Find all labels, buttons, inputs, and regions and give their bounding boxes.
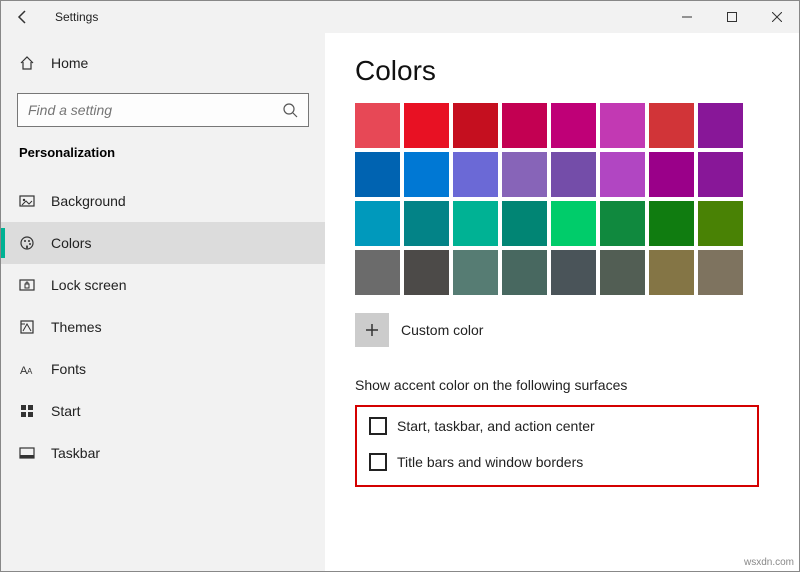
window-controls (664, 1, 799, 33)
nav-item-fonts[interactable]: AA Fonts (1, 348, 325, 390)
custom-color-label: Custom color (401, 322, 483, 338)
nav-item-colors[interactable]: Colors (1, 222, 325, 264)
nav-item-taskbar[interactable]: Taskbar (1, 432, 325, 474)
titlebar: Settings (1, 1, 799, 33)
color-swatch[interactable] (404, 103, 449, 148)
color-swatch[interactable] (502, 250, 547, 295)
color-swatch[interactable] (453, 103, 498, 148)
custom-color-row: Custom color (355, 313, 769, 347)
colors-icon (19, 235, 35, 251)
color-swatch[interactable] (355, 152, 400, 197)
home-icon (19, 55, 35, 71)
watermark: wsxdn.com (744, 557, 794, 568)
home-link[interactable]: Home (1, 45, 325, 81)
taskbar-icon (19, 445, 35, 461)
nav-item-background[interactable]: Background (1, 180, 325, 222)
color-swatch[interactable] (551, 250, 596, 295)
nav-label: Lock screen (51, 277, 126, 293)
checkbox-start[interactable] (369, 417, 387, 435)
nav-item-lockscreen[interactable]: Lock screen (1, 264, 325, 306)
color-swatch[interactable] (502, 152, 547, 197)
nav-label: Fonts (51, 361, 86, 377)
color-swatch[interactable] (600, 250, 645, 295)
search-input[interactable] (28, 102, 282, 118)
checkbox-label-start: Start, taskbar, and action center (397, 418, 595, 434)
category-heading: Personalization (1, 145, 325, 174)
color-swatch[interactable] (698, 250, 743, 295)
color-swatch[interactable] (698, 201, 743, 246)
nav-label: Start (51, 403, 81, 419)
checkbox-row-start[interactable]: Start, taskbar, and action center (369, 417, 745, 435)
color-swatch[interactable] (649, 103, 694, 148)
nav-label: Taskbar (51, 445, 100, 461)
color-swatch[interactable] (404, 250, 449, 295)
color-swatch[interactable] (600, 152, 645, 197)
window-title: Settings (55, 10, 98, 24)
color-swatch[interactable] (502, 103, 547, 148)
color-swatch[interactable] (649, 250, 694, 295)
search-box[interactable] (17, 93, 309, 127)
sidebar: Home Personalization Background Colors Loc… (1, 33, 325, 571)
content-pane: Colors Custom color Show accent color on… (325, 33, 799, 571)
color-swatch[interactable] (551, 152, 596, 197)
color-swatch[interactable] (453, 201, 498, 246)
minimize-button[interactable] (664, 1, 709, 33)
svg-text:A: A (27, 367, 33, 376)
color-swatch[interactable] (355, 201, 400, 246)
checkbox-row-titlebars[interactable]: Title bars and window borders (369, 453, 745, 471)
themes-icon (19, 319, 35, 335)
maximize-icon (727, 12, 737, 22)
color-swatch[interactable] (355, 250, 400, 295)
home-label: Home (51, 55, 88, 71)
color-swatch[interactable] (649, 201, 694, 246)
surfaces-heading: Show accent color on the following surfa… (355, 377, 769, 393)
color-swatch[interactable] (453, 152, 498, 197)
close-button[interactable] (754, 1, 799, 33)
close-icon (772, 12, 782, 22)
color-swatch[interactable] (600, 201, 645, 246)
color-swatch[interactable] (404, 152, 449, 197)
color-swatch[interactable] (649, 152, 694, 197)
background-icon (19, 193, 35, 209)
back-button[interactable] (1, 1, 45, 33)
maximize-button[interactable] (709, 1, 754, 33)
fonts-icon: AA (19, 361, 35, 377)
nav-list: Background Colors Lock screen Themes AA Fonts… (1, 180, 325, 474)
nav-label: Background (51, 193, 126, 209)
checkbox-titlebars[interactable] (369, 453, 387, 471)
checkbox-label-titlebars: Title bars and window borders (397, 454, 583, 470)
nav-label: Themes (51, 319, 102, 335)
lockscreen-icon (19, 277, 35, 293)
color-swatch[interactable] (453, 250, 498, 295)
custom-color-button[interactable] (355, 313, 389, 347)
color-swatch[interactable] (600, 103, 645, 148)
highlight-box: Start, taskbar, and action center Title … (355, 405, 759, 487)
color-swatch[interactable] (551, 201, 596, 246)
search-icon (282, 102, 298, 118)
color-swatch[interactable] (698, 103, 743, 148)
nav-item-themes[interactable]: Themes (1, 306, 325, 348)
plus-icon (365, 323, 379, 337)
color-swatch[interactable] (355, 103, 400, 148)
back-arrow-icon (15, 9, 31, 25)
minimize-icon (682, 12, 692, 22)
color-swatch[interactable] (551, 103, 596, 148)
color-swatch[interactable] (404, 201, 449, 246)
color-palette (355, 103, 745, 295)
nav-item-start[interactable]: Start (1, 390, 325, 432)
page-heading: Colors (355, 55, 769, 87)
color-swatch[interactable] (698, 152, 743, 197)
nav-label: Colors (51, 235, 91, 251)
start-icon (19, 403, 35, 419)
color-swatch[interactable] (502, 201, 547, 246)
